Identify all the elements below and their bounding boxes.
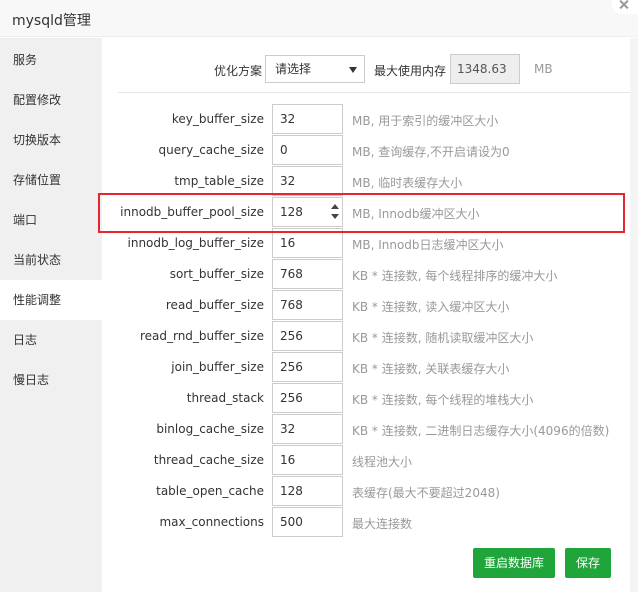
param-input[interactable]: 32: [272, 414, 343, 444]
param-label: binlog_cache_size: [156, 422, 264, 436]
param-input[interactable]: 768: [272, 290, 343, 320]
chevron-down-icon: [349, 67, 357, 73]
save-button[interactable]: 保存: [565, 548, 611, 578]
param-label: query_cache_size: [158, 143, 264, 157]
param-desc: 线程池大小: [352, 455, 413, 469]
sidebar-item-status[interactable]: 当前状态: [0, 240, 102, 280]
param-desc: KB * 连接数, 每个线程的堆栈大小: [352, 393, 534, 407]
highlight-box: [98, 193, 625, 233]
sidebar-item-port[interactable]: 端口: [0, 200, 102, 240]
param-input[interactable]: 256: [272, 383, 343, 413]
param-label: tmp_table_size: [174, 174, 264, 188]
param-label: table_open_cache: [156, 484, 264, 498]
param-desc: KB * 连接数, 关联表缓存大小: [352, 362, 510, 376]
max-memory-unit: MB: [534, 62, 553, 76]
param-label: innodb_log_buffer_size: [127, 236, 265, 250]
sidebar-item-log[interactable]: 日志: [0, 320, 102, 360]
param-desc: KB * 连接数, 随机读取缓冲区大小: [352, 331, 534, 345]
sidebar-item-slow-log[interactable]: 慢日志: [0, 360, 102, 400]
param-desc: KB * 连接数, 读入缓冲区大小: [352, 300, 510, 314]
param-input[interactable]: 256: [272, 321, 343, 351]
param-input[interactable]: 128: [272, 476, 343, 506]
param-label: thread_stack: [186, 391, 264, 405]
param-desc: KB * 连接数, 每个线程排序的缓冲大小: [352, 269, 558, 283]
restart-database-button[interactable]: 重启数据库: [473, 548, 555, 578]
param-input[interactable]: 0: [272, 135, 343, 165]
divider: [118, 92, 630, 93]
mysqld-dialog: mysqld管理 服务 配置修改 切换版本 存储位置 端口 当前状态 性能调整 …: [0, 0, 638, 592]
param-desc: 最大连接数: [352, 517, 413, 531]
title-bar: mysqld管理: [0, 0, 638, 37]
param-input[interactable]: 256: [272, 352, 343, 382]
param-label: join_buffer_size: [171, 360, 264, 374]
param-desc: MB, Innodb日志缓冲区大小: [352, 238, 504, 252]
param-label: read_rnd_buffer_size: [139, 329, 264, 343]
close-icon[interactable]: [612, 0, 638, 14]
param-label: max_connections: [159, 515, 264, 529]
optimization-label: 优化方案: [214, 64, 263, 78]
scrollbar[interactable]: [630, 38, 638, 592]
sidebar-item-service[interactable]: 服务: [0, 40, 102, 80]
param-input[interactable]: 32: [272, 104, 343, 134]
param-label: sort_buffer_size: [169, 267, 264, 281]
param-label: key_buffer_size: [171, 112, 264, 126]
param-desc: MB, 用于索引的缓冲区大小: [352, 114, 499, 128]
sidebar-item-storage[interactable]: 存储位置: [0, 160, 102, 200]
optimization-select[interactable]: 请选择: [265, 55, 365, 83]
dialog-title: mysqld管理: [12, 13, 91, 29]
param-desc: 表缓存(最大不要超过2048): [352, 486, 500, 500]
sidebar: 服务 配置修改 切换版本 存储位置 端口 当前状态 性能调整 日志 慢日志: [0, 38, 102, 592]
param-input[interactable]: 768: [272, 259, 343, 289]
max-memory-field[interactable]: 1348.63: [450, 54, 520, 84]
param-input[interactable]: 32: [272, 166, 343, 196]
param-input[interactable]: 16: [272, 445, 343, 475]
param-desc: MB, 临时表缓存大小: [352, 176, 463, 190]
param-desc: KB * 连接数, 二进制日志缓存大小(4096的倍数): [352, 424, 610, 438]
param-desc: MB, 查询缓存,不开启请设为0: [352, 145, 510, 159]
max-memory-label: 最大使用内存: [374, 64, 447, 78]
param-input[interactable]: 500: [272, 507, 343, 537]
sidebar-item-version[interactable]: 切换版本: [0, 120, 102, 160]
sidebar-item-performance[interactable]: 性能调整: [0, 280, 102, 320]
param-label: thread_cache_size: [153, 453, 264, 467]
sidebar-item-config[interactable]: 配置修改: [0, 80, 102, 120]
param-label: read_buffer_size: [165, 298, 264, 312]
optimization-selected: 请选择: [275, 62, 312, 76]
